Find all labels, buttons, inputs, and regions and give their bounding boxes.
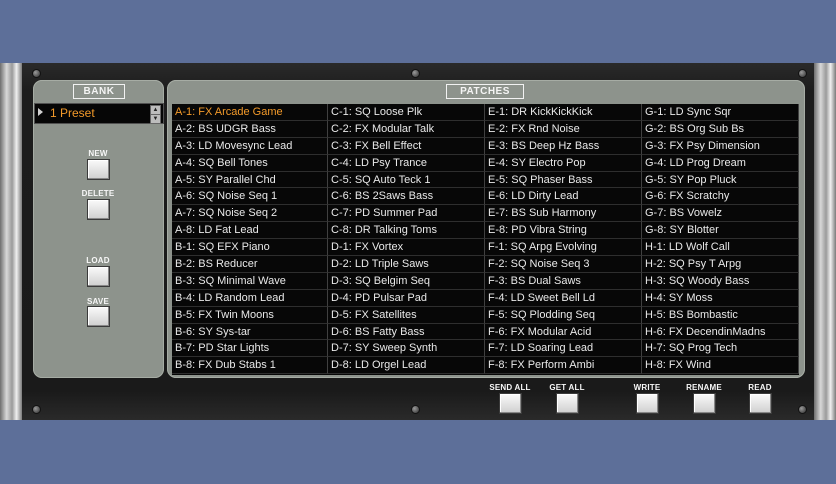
patch-item[interactable]: D-6: BS Fatty Bass bbox=[328, 323, 485, 341]
load-button[interactable] bbox=[87, 266, 110, 287]
patch-item[interactable]: D-3: SQ Belgim Seq bbox=[328, 272, 485, 290]
patch-item[interactable]: F-5: SQ Plodding Seq bbox=[485, 306, 642, 324]
screw-icon bbox=[411, 405, 420, 414]
patch-item[interactable]: C-6: BS 2Saws Bass bbox=[328, 188, 485, 206]
patch-item[interactable]: H-4: SY Moss bbox=[642, 289, 799, 307]
screw-icon bbox=[411, 69, 420, 78]
get-all-label: GET ALL bbox=[549, 383, 585, 392]
patch-item[interactable]: G-8: SY Blotter bbox=[642, 222, 799, 240]
patch-item[interactable]: F-1: SQ Arpg Evolving bbox=[485, 239, 642, 257]
patch-item[interactable]: C-7: PD Summer Pad bbox=[328, 205, 485, 223]
preset-select[interactable]: 1 Preset ▲ ▼ bbox=[34, 103, 164, 124]
patch-item[interactable]: C-3: FX Bell Effect bbox=[328, 137, 485, 155]
patch-item[interactable]: H-2: SQ Psy T Arpg bbox=[642, 256, 799, 273]
patch-item[interactable]: B-8: FX Dub Stabs 1 bbox=[172, 357, 328, 375]
patch-item[interactable]: D-7: SY Sweep Synth bbox=[328, 340, 485, 358]
patch-item[interactable]: D-4: PD Pulsar Pad bbox=[328, 289, 485, 307]
patch-item[interactable]: F-3: BS Dual Saws bbox=[485, 272, 642, 290]
send-all-label: SEND ALL bbox=[489, 383, 531, 392]
patch-item[interactable]: A-1: FX Arcade Game bbox=[172, 104, 328, 121]
load-label: LOAD bbox=[86, 256, 110, 265]
write-button[interactable] bbox=[636, 393, 659, 414]
delete-label: DELETE bbox=[81, 189, 115, 198]
patch-item[interactable]: E-4: SY Electro Pop bbox=[485, 154, 642, 172]
send-all-button[interactable] bbox=[499, 393, 522, 414]
screw-icon bbox=[798, 405, 807, 414]
patch-item[interactable]: H-6: FX DecendinMadns bbox=[642, 323, 799, 341]
patch-item[interactable]: D-5: FX Satellites bbox=[328, 306, 485, 324]
patch-item[interactable]: D-1: FX Vortex bbox=[328, 239, 485, 257]
patch-item[interactable]: A-3: LD Movesync Lead bbox=[172, 137, 328, 155]
delete-button[interactable] bbox=[87, 199, 110, 220]
rename-label: RENAME bbox=[686, 383, 722, 392]
new-label: NEW bbox=[88, 149, 108, 158]
save-label: SAVE bbox=[87, 297, 109, 306]
patch-item[interactable]: B-2: BS Reducer bbox=[172, 256, 328, 273]
patches-header: PATCHES bbox=[446, 84, 524, 99]
patch-item[interactable]: B-7: PD Star Lights bbox=[172, 340, 328, 358]
patch-item[interactable]: A-4: SQ Bell Tones bbox=[172, 154, 328, 172]
patch-item[interactable]: B-3: SQ Minimal Wave bbox=[172, 272, 328, 290]
patch-item[interactable]: E-6: LD Dirty Lead bbox=[485, 188, 642, 206]
patch-item[interactable]: B-1: SQ EFX Piano bbox=[172, 239, 328, 257]
patch-item[interactable]: G-1: LD Sync Sqr bbox=[642, 104, 799, 121]
preset-select-value: 1 Preset bbox=[50, 106, 95, 120]
bank-header: BANK bbox=[73, 84, 125, 99]
patch-item[interactable]: C-8: DR Talking Toms bbox=[328, 222, 485, 240]
patch-item[interactable]: H-5: BS Bombastic bbox=[642, 306, 799, 324]
save-button[interactable] bbox=[87, 306, 110, 327]
patch-item[interactable]: G-5: SY Pop Pluck bbox=[642, 171, 799, 189]
bank-panel bbox=[33, 80, 164, 378]
patch-item[interactable]: H-7: SQ Prog Tech bbox=[642, 340, 799, 358]
left-rack-rail bbox=[0, 63, 22, 420]
patch-item[interactable]: E-2: FX Rnd Noise bbox=[485, 120, 642, 138]
patch-item[interactable]: A-6: SQ Noise Seq 1 bbox=[172, 188, 328, 206]
patch-item[interactable]: D-2: LD Triple Saws bbox=[328, 256, 485, 273]
patch-item[interactable]: C-5: SQ Auto Teck 1 bbox=[328, 171, 485, 189]
spin-down-icon[interactable]: ▼ bbox=[150, 114, 161, 124]
patch-item[interactable]: H-3: SQ Woody Bass bbox=[642, 272, 799, 290]
patch-item[interactable]: H-8: FX Wind bbox=[642, 357, 799, 375]
patch-item[interactable]: B-4: LD Random Lead bbox=[172, 289, 328, 307]
patch-item[interactable]: A-7: SQ Noise Seq 2 bbox=[172, 205, 328, 223]
write-label: WRITE bbox=[633, 383, 661, 392]
screw-icon bbox=[798, 69, 807, 78]
patch-item[interactable]: F-2: SQ Noise Seq 3 bbox=[485, 256, 642, 273]
patch-item[interactable]: G-6: FX Scratchy bbox=[642, 188, 799, 206]
patch-item[interactable]: B-5: FX Twin Moons bbox=[172, 306, 328, 324]
patch-item[interactable]: B-6: SY Sys-tar bbox=[172, 323, 328, 341]
patch-item[interactable]: F-4: LD Sweet Bell Ld bbox=[485, 289, 642, 307]
get-all-button[interactable] bbox=[556, 393, 579, 414]
patch-item[interactable]: E-8: PD Vibra String bbox=[485, 222, 642, 240]
patch-item[interactable]: C-2: FX Modular Talk bbox=[328, 120, 485, 138]
play-arrow-icon bbox=[38, 108, 43, 116]
patch-item[interactable]: E-3: BS Deep Hz Bass bbox=[485, 137, 642, 155]
patch-item[interactable]: G-2: BS Org Sub Bs bbox=[642, 120, 799, 138]
patch-item[interactable]: F-7: LD Soaring Lead bbox=[485, 340, 642, 358]
patch-item[interactable]: F-6: FX Modular Acid bbox=[485, 323, 642, 341]
patch-item[interactable]: F-8: FX Perform Ambi bbox=[485, 357, 642, 375]
screw-icon bbox=[32, 69, 41, 78]
patch-item[interactable]: A-8: LD Fat Lead bbox=[172, 222, 328, 240]
patch-item[interactable]: G-7: BS Vowelz bbox=[642, 205, 799, 223]
patch-item[interactable]: C-4: LD Psy Trance bbox=[328, 154, 485, 172]
screw-icon bbox=[32, 405, 41, 414]
patch-item[interactable]: E-5: SQ Phaser Bass bbox=[485, 171, 642, 189]
patch-item[interactable]: A-5: SY Parallel Chd bbox=[172, 171, 328, 189]
patch-item[interactable]: E-7: BS Sub Harmony bbox=[485, 205, 642, 223]
read-label: READ bbox=[748, 383, 772, 392]
patch-item[interactable]: C-1: SQ Loose Plk bbox=[328, 104, 485, 121]
patch-item[interactable]: A-2: BS UDGR Bass bbox=[172, 120, 328, 138]
new-button[interactable] bbox=[87, 159, 110, 180]
patch-item[interactable]: D-8: LD Orgel Lead bbox=[328, 357, 485, 375]
patch-grid: A-1: FX Arcade Game C-1: SQ Loose Plk E-1:… bbox=[172, 104, 799, 375]
patch-item[interactable]: H-1: LD Wolf Call bbox=[642, 239, 799, 257]
patch-item[interactable]: G-4: LD Prog Dream bbox=[642, 154, 799, 172]
patch-item[interactable]: E-1: DR KickKickKick bbox=[485, 104, 642, 121]
rename-button[interactable] bbox=[693, 393, 716, 414]
read-button[interactable] bbox=[749, 393, 772, 414]
patch-item[interactable]: G-3: FX Psy Dimension bbox=[642, 137, 799, 155]
right-rack-rail bbox=[814, 63, 836, 420]
